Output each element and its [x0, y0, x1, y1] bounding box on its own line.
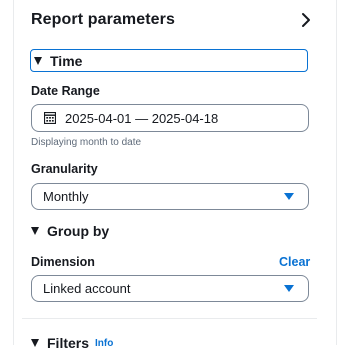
filters-section-toggle[interactable]: Filters Info [31, 335, 113, 351]
date-range-label: Date Range [31, 84, 100, 98]
calendar-icon [44, 112, 56, 124]
report-parameters-panel: Report parameters Time Date Range 2025-0… [0, 0, 341, 351]
triangle-down-icon [34, 56, 42, 65]
dimension-select[interactable]: Linked account [31, 275, 309, 302]
panel-title: Report parameters [31, 11, 175, 28]
triangle-down-icon [31, 227, 39, 235]
group-by-section-label: Group by [47, 223, 110, 239]
panel-right-border [336, 0, 337, 345]
clear-link[interactable]: Clear [279, 255, 310, 269]
section-divider [22, 318, 317, 319]
dimension-label: Dimension [31, 255, 95, 269]
dimension-value: Linked account [43, 281, 131, 296]
group-by-section-toggle[interactable]: Group by [31, 223, 109, 239]
filters-info-link[interactable]: Info [95, 338, 113, 349]
granularity-value: Monthly [43, 189, 89, 204]
chevron-right-icon[interactable] [298, 10, 314, 30]
panel-left-border [13, 0, 14, 345]
time-section-label: Time [50, 52, 83, 69]
caret-down-icon [284, 285, 294, 292]
caret-down-icon [284, 193, 294, 200]
time-section-toggle[interactable]: Time [30, 49, 308, 72]
filters-section-label: Filters [47, 335, 90, 351]
date-range-input[interactable]: 2025-04-01 — 2025-04-18 [31, 104, 309, 132]
granularity-label: Granularity [31, 162, 98, 176]
date-range-value: 2025-04-01 — 2025-04-18 [65, 110, 219, 126]
date-range-hint: Displaying month to date [31, 137, 142, 148]
triangle-down-icon [31, 339, 39, 347]
granularity-select[interactable]: Monthly [31, 183, 309, 210]
